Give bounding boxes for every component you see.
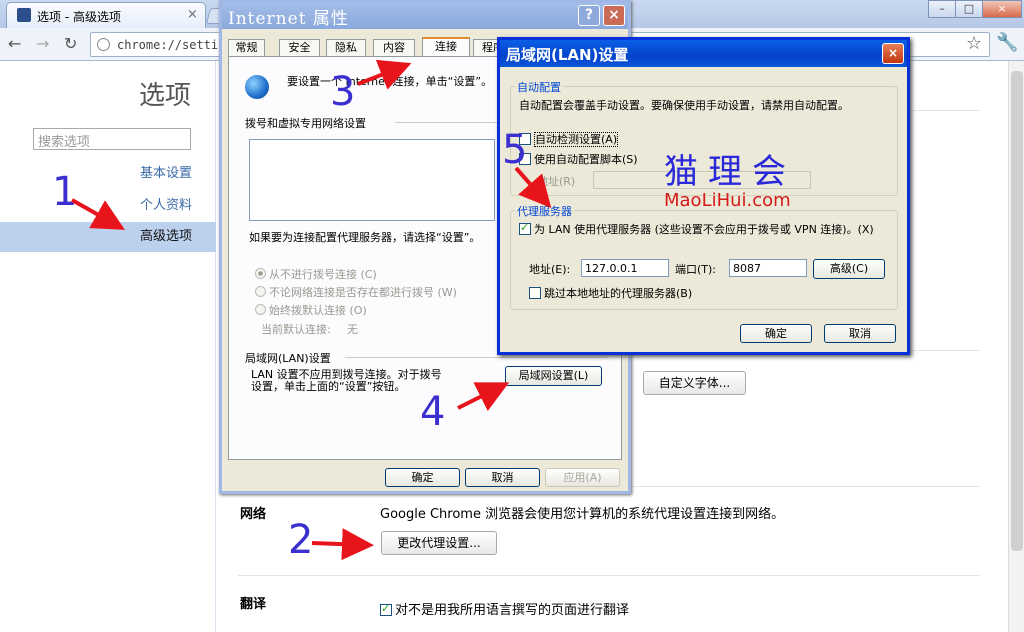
arrow-step-3 — [357, 59, 412, 90]
arrow-step-5 — [514, 166, 552, 208]
arrow-step-1 — [71, 198, 125, 230]
annotation-arrows — [71, 59, 552, 561]
arrow-step-2 — [311, 528, 374, 561]
arrow-step-4 — [457, 382, 510, 412]
